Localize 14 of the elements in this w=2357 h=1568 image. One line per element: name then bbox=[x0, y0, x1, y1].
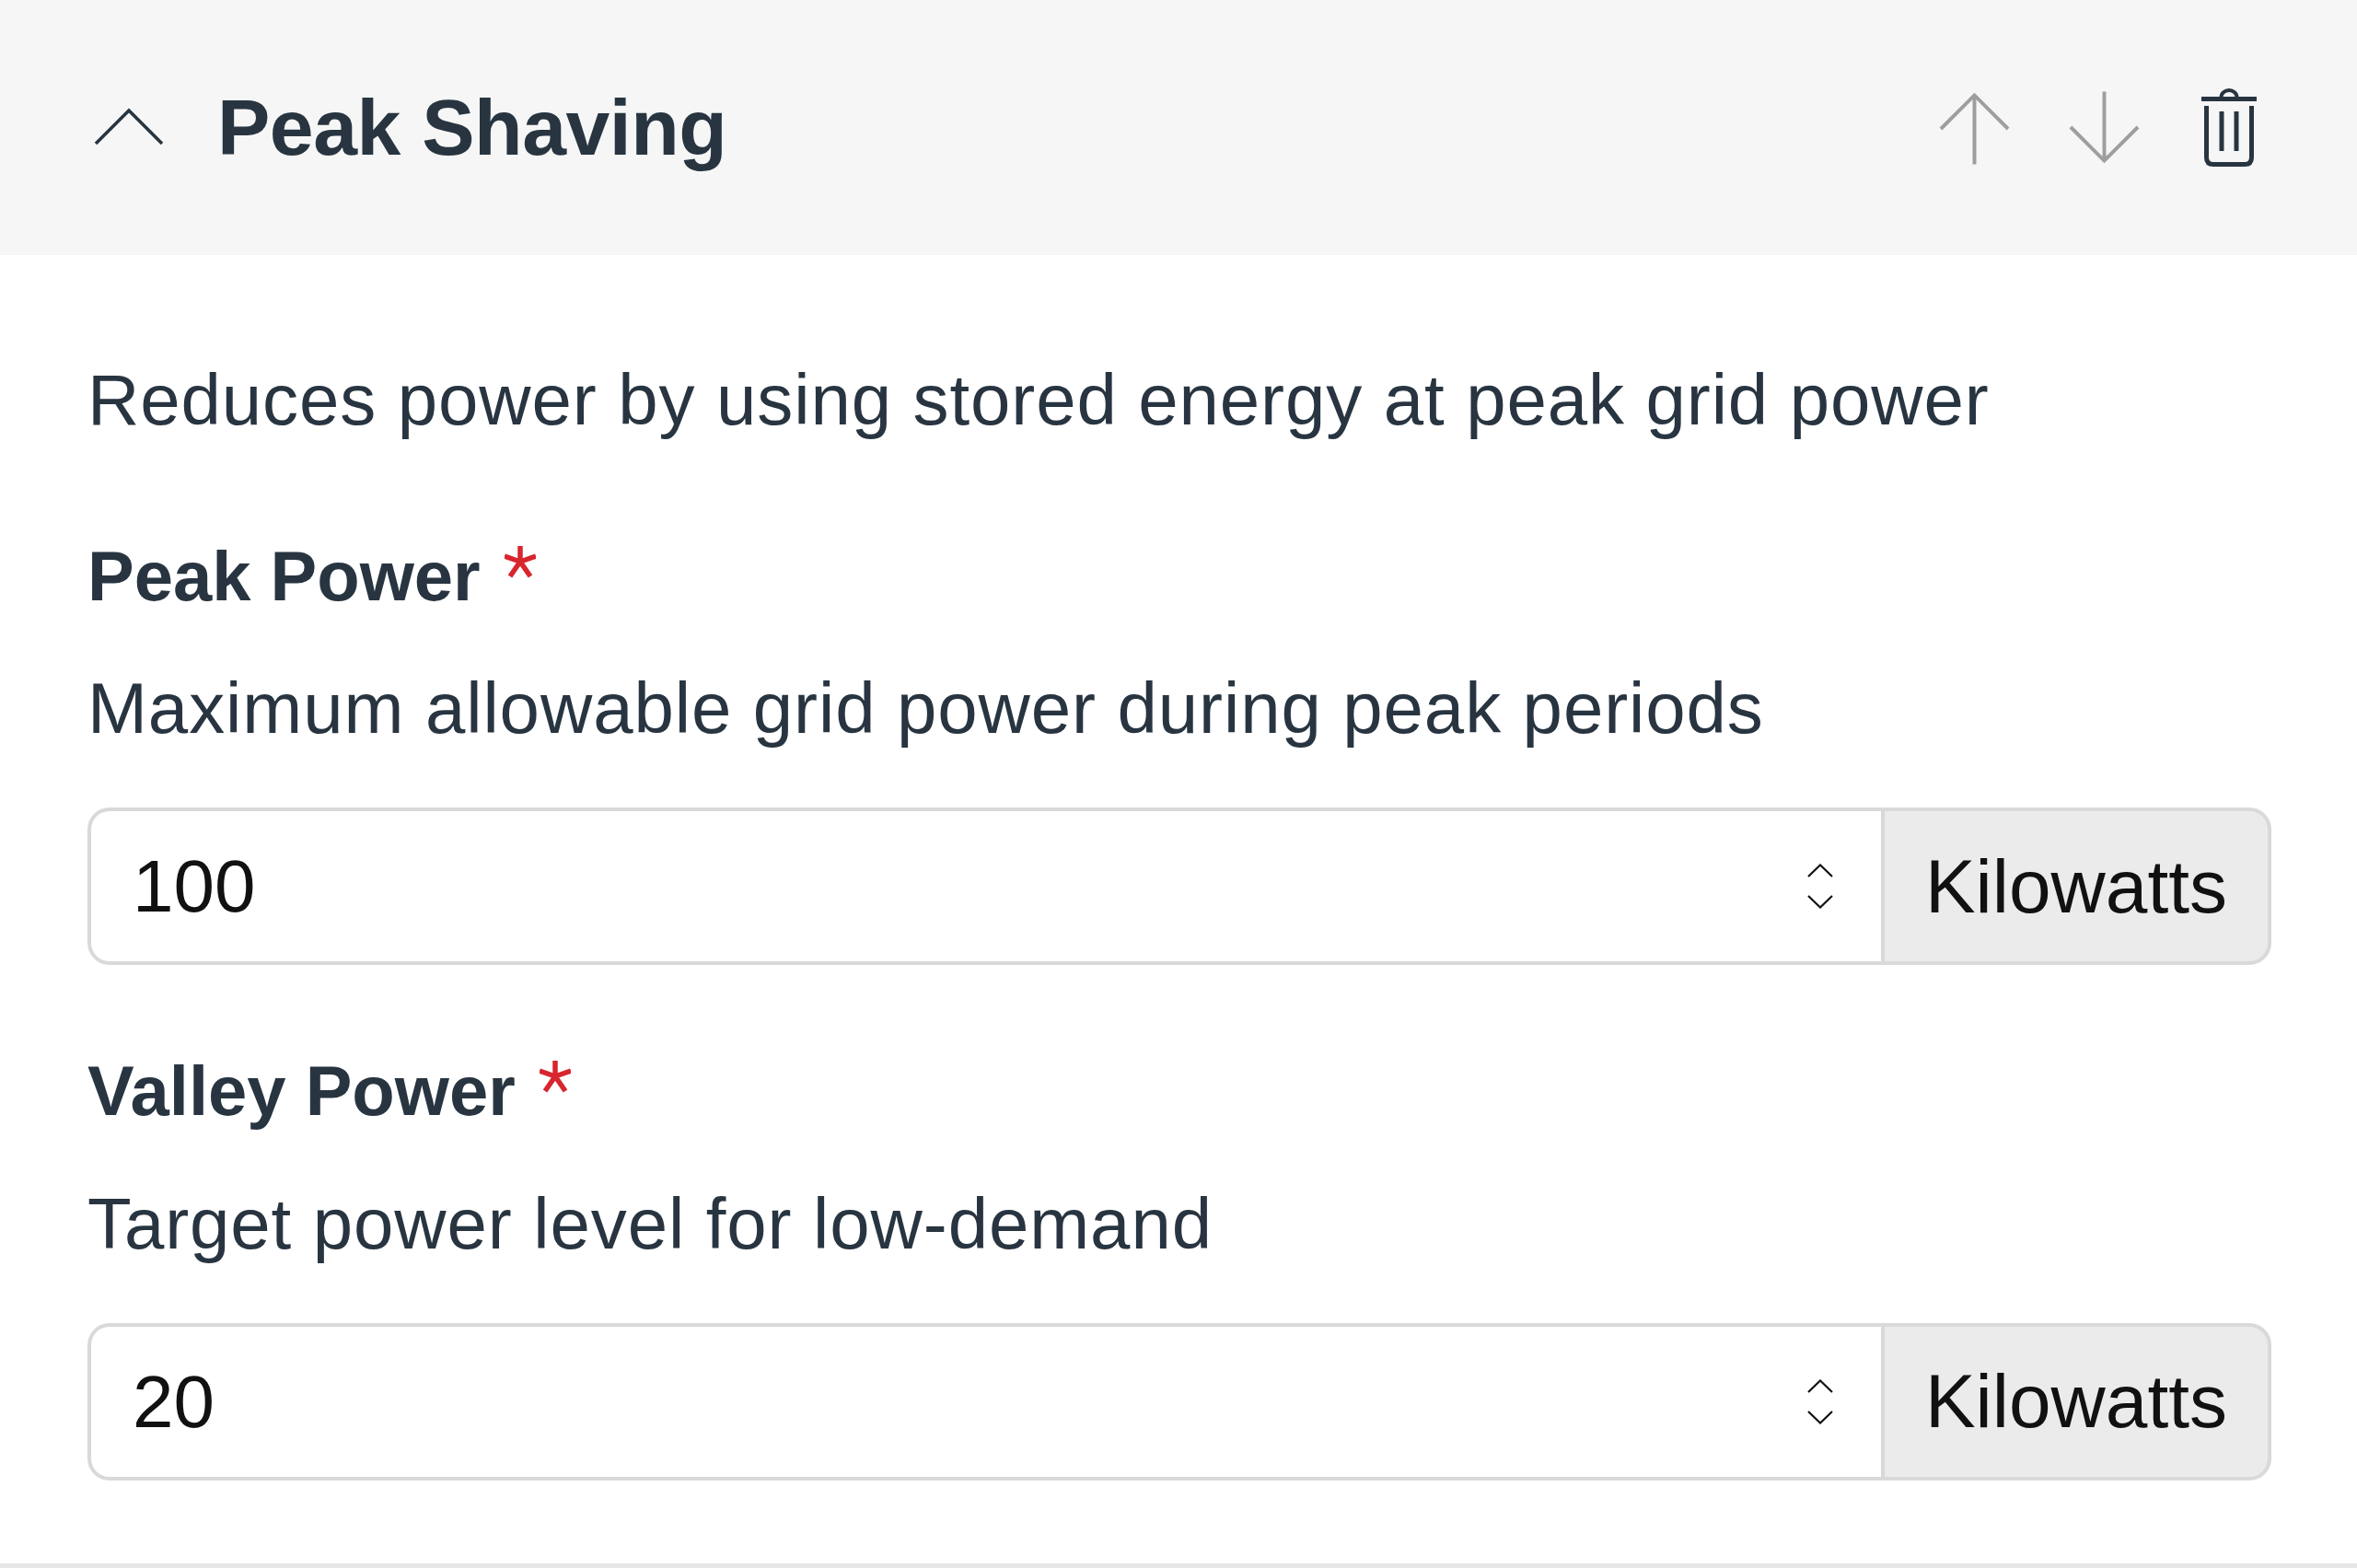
panel-description: Reduces power by using stored energy at peak grid power bbox=[87, 358, 1991, 442]
field-label: Valley Power bbox=[87, 1051, 516, 1132]
stepper-icon[interactable] bbox=[1806, 864, 1833, 910]
chevron-up-icon[interactable] bbox=[94, 108, 164, 145]
stepper-icon[interactable] bbox=[1806, 1379, 1833, 1425]
field-help-text: Target power level for low-demand bbox=[87, 1181, 1213, 1266]
number-input[interactable]: 20 bbox=[87, 1323, 1881, 1481]
unit-label: Kilowatts bbox=[1880, 1323, 2271, 1481]
trash-icon[interactable] bbox=[2201, 88, 2257, 167]
panel-title: Peak Shaving bbox=[217, 81, 727, 173]
field-help-text: Maximum allowable grid power during peak periods bbox=[87, 666, 1765, 750]
unit-label: Kilowatts bbox=[1880, 807, 2271, 966]
field-label: Peak Power bbox=[87, 535, 481, 617]
number-input[interactable]: 100 bbox=[87, 807, 1881, 966]
